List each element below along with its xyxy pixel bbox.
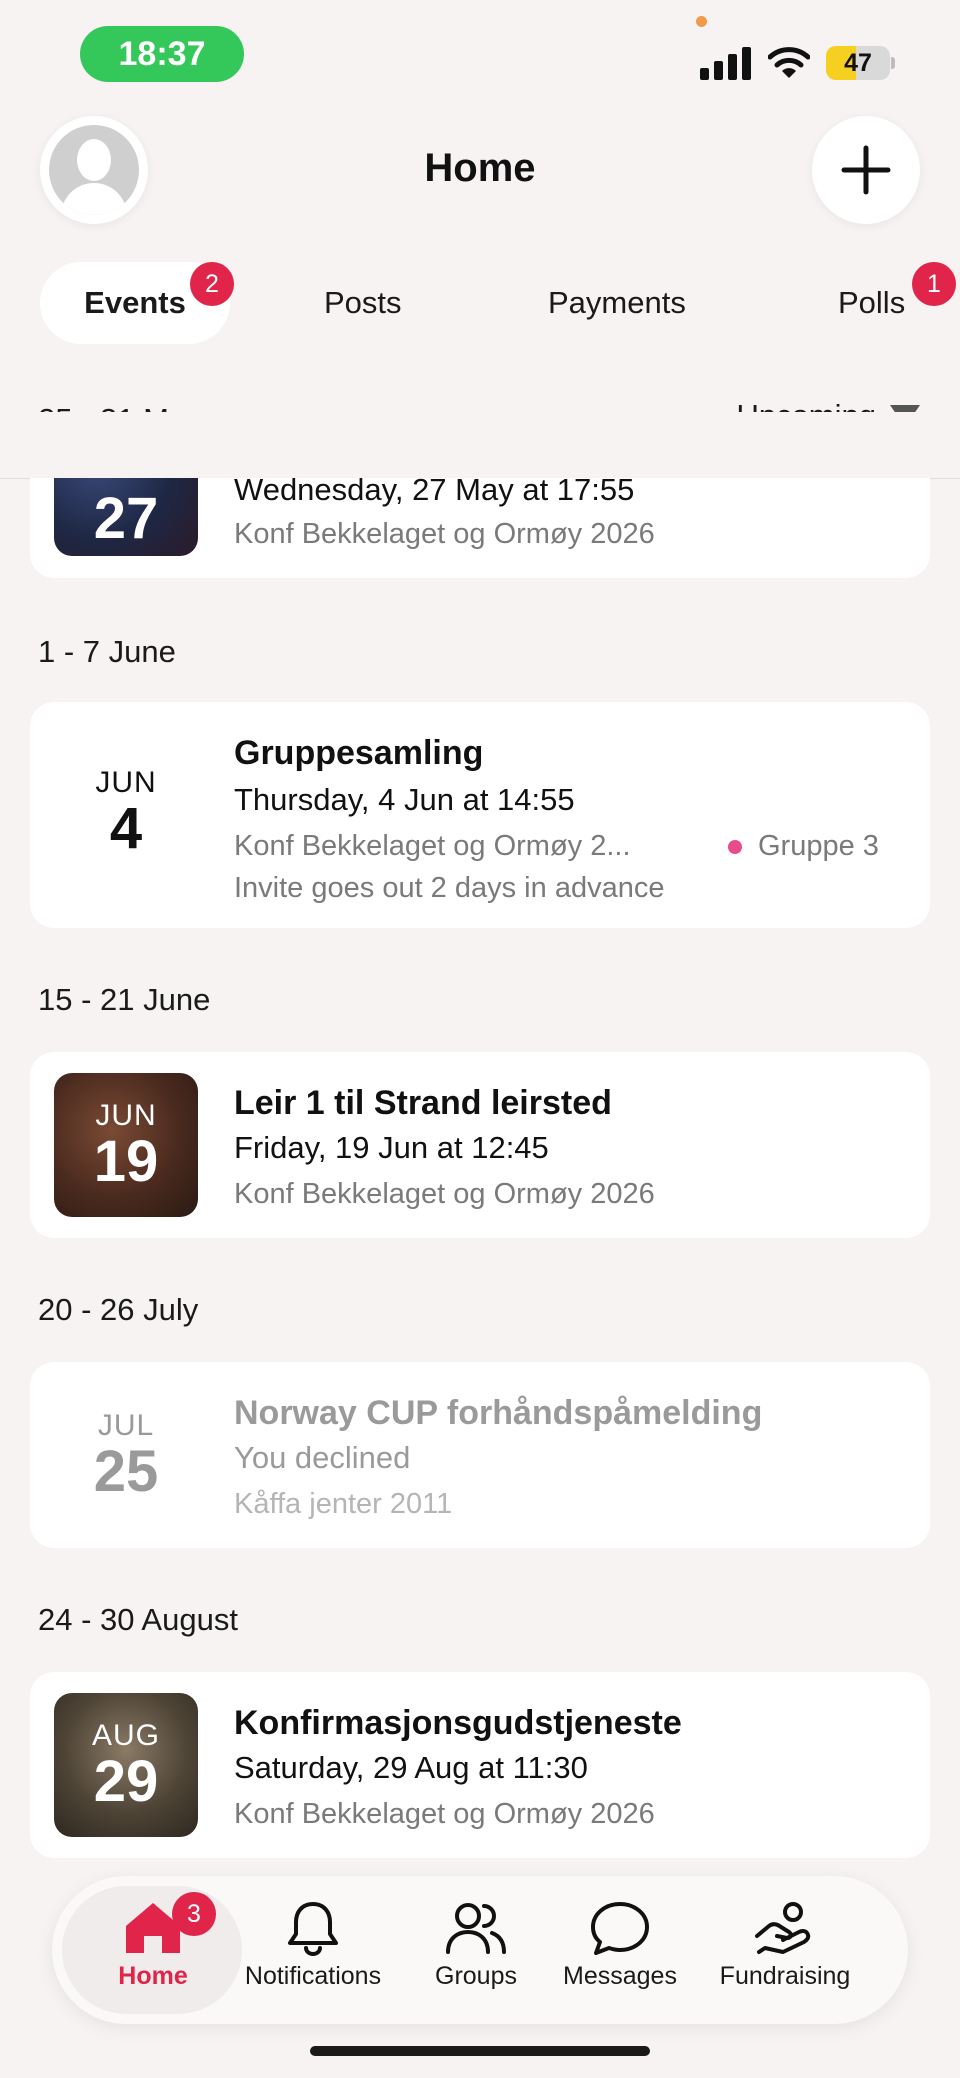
event-day: 4 [109,796,143,861]
event-date-box: JUN 4 [54,740,198,884]
event-thumbnail: AUG 29 [54,1693,198,1837]
fundraising-hand-icon [755,1902,811,1954]
nav-home-label: Home [118,1962,188,1990]
nav-groups-label: Groups [435,1962,517,1990]
event-group: Konf Bekkelaget og Ormøy 2026 [234,1178,655,1210]
tab-posts-label: Posts [324,285,402,320]
event-rsvp-status: You declined [234,1440,411,1475]
tab-payments[interactable]: Payments [548,262,686,344]
event-title: Norway CUP forhåndspåmelding [234,1394,763,1432]
tab-polls-label: Polls [838,285,906,320]
chat-bubble-icon [591,1902,649,1955]
nav-notifications[interactable]: Notifications [228,1900,398,1991]
nav-messages-label: Messages [563,1962,677,1990]
privacy-indicator-dot [696,16,707,27]
wifi-icon [768,47,810,78]
home-indicator [310,2046,650,2056]
event-date-line: Friday, 19 Jun at 12:45 [234,1130,549,1165]
tab-payments-label: Payments [548,285,686,320]
event-title: Gruppesamling [234,734,484,772]
event-month: JUL [97,1409,155,1442]
event-date-line: Saturday, 29 Aug at 11:30 [234,1750,588,1785]
event-day: 27 [93,486,159,551]
event-group: Konf Bekkelaget og Ormøy 2026 [234,1798,655,1830]
tab-posts[interactable]: Posts [324,262,402,344]
week-range-label: 24 - 30 August [38,1602,238,1637]
event-month: JUN [95,1099,157,1132]
event-note: Invite goes out 2 days in advance [234,872,665,904]
battery-cap [891,57,895,69]
groups-icon [446,1903,506,1954]
bell-icon [288,1902,338,1956]
nav-fundraising-label: Fundraising [719,1962,851,1990]
event-title: Konfirmasjonsgudstjeneste [234,1704,682,1742]
week-range-label: 15 - 21 June [38,982,211,1017]
cellular-signal-icon [700,46,752,80]
event-month: JUN [95,766,157,799]
scroll-mask [0,412,960,478]
event-group: Konf Bekkelaget og Ormøy 2... [234,830,631,862]
nav-fundraising[interactable]: Fundraising [700,1900,870,1991]
event-day: 19 [93,1129,159,1194]
week-range-label: 1 - 7 June [38,634,176,669]
week-range-label: 20 - 26 July [38,1292,199,1327]
event-date-line: Thursday, 4 Jun at 14:55 [234,782,575,817]
battery-percentage: 47 [844,48,872,77]
status-time: 18:37 [80,26,244,82]
tab-events-badge: 2 [190,262,234,306]
event-month: AUG [91,1719,160,1752]
event-thumbnail: JUN 19 [54,1073,198,1217]
add-button[interactable] [812,116,920,224]
tab-polls[interactable]: Polls [838,262,905,344]
event-day: 25 [93,1439,159,1504]
nav-home-badge: 3 [172,1892,216,1936]
event-group: Konf Bekkelaget og Ormøy 2026 [234,518,655,550]
event-title: Leir 1 til Strand leirsted [234,1084,612,1122]
event-day: 29 [93,1749,159,1814]
plus-icon [841,145,891,195]
tab-polls-badge: 1 [912,262,956,306]
event-subgroup: Gruppe 3 [758,830,879,862]
event-group: Kåffa jenter 2011 [234,1488,453,1520]
event-date-line: Wednesday, 27 May at 17:55 [234,472,635,507]
subgroup-dot-icon [728,840,742,854]
battery-icon: 47 [826,46,890,80]
nav-notifications-label: Notifications [244,1962,382,1990]
tab-events-label: Events [84,285,186,320]
nav-messages[interactable]: Messages [535,1900,705,1991]
event-date-box: JUL 25 [54,1383,198,1527]
